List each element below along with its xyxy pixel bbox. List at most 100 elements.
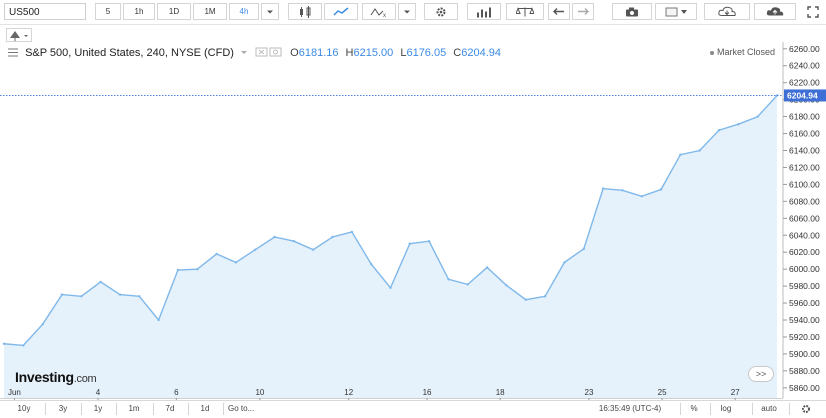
x-tick-label: 27: [731, 388, 740, 397]
y-tick-label: 6260.00: [789, 44, 820, 54]
area-style-button[interactable]: [324, 3, 358, 20]
indicators-button[interactable]: x: [362, 3, 396, 20]
status-dot-icon: [709, 50, 714, 55]
x-tick-label: Jun: [8, 388, 21, 397]
divider: [680, 403, 681, 415]
fullscreen-icon: [807, 5, 819, 18]
scroll-to-end-button[interactable]: >>: [748, 366, 774, 382]
undo-button[interactable]: [548, 3, 570, 20]
data-point: [22, 344, 25, 347]
data-point: [485, 266, 489, 269]
data-point: [717, 129, 721, 132]
interval-1m-button[interactable]: 1M: [193, 3, 227, 20]
interval-4h-button[interactable]: 4h: [229, 3, 259, 20]
interval-1h-button[interactable]: 1h: [123, 3, 155, 20]
bar-chart-icon: [477, 7, 491, 17]
data-point: [640, 195, 643, 198]
fullscreen-button[interactable]: [802, 3, 824, 20]
series-line: [3, 95, 778, 347]
chevron-down-icon: [267, 10, 273, 13]
x-tick-label: 25: [658, 388, 667, 397]
cloud-load-button[interactable]: [704, 3, 750, 20]
data-point: [756, 115, 759, 118]
log-scale-button[interactable]: log: [715, 403, 737, 415]
interval-dropdown-button[interactable]: [261, 3, 279, 20]
percent-scale-button[interactable]: %: [684, 403, 704, 415]
cloud-download-icon: [718, 6, 736, 16]
open-label: O: [290, 47, 299, 59]
logo-suffix: .com: [73, 373, 97, 385]
scales-icon: [516, 6, 534, 16]
range-3y-button[interactable]: 3y: [50, 403, 76, 415]
data-point: [659, 188, 663, 191]
screenshot-button[interactable]: [612, 3, 652, 20]
chevron-down-icon[interactable]: [240, 50, 248, 56]
data-point: [176, 268, 180, 272]
series-settings-icons[interactable]: [255, 47, 283, 57]
interval-1d-button[interactable]: 1D: [157, 3, 191, 20]
gear-icon: [802, 405, 810, 413]
data-point: [80, 295, 83, 298]
y-tick-label: 6100.00: [789, 179, 820, 189]
divider: [81, 403, 82, 415]
y-tick-label: 6240.00: [789, 61, 820, 71]
data-point: [312, 248, 315, 251]
color-swatch-icon: [665, 7, 687, 16]
last-price-tag: [784, 89, 826, 102]
y-tick-label: 6160.00: [789, 129, 820, 139]
data-point: [41, 323, 44, 326]
x-tick-label: 23: [585, 388, 594, 397]
interval-5-button[interactable]: 5: [95, 3, 121, 20]
data-point: [427, 240, 431, 243]
divider: [752, 403, 753, 415]
drawing-tools-button[interactable]: [6, 28, 32, 42]
y-tick-label: 6000.00: [789, 264, 820, 274]
candles-style-button[interactable]: [288, 3, 322, 20]
go-to-button[interactable]: Go to...: [228, 403, 278, 415]
data-point: [737, 123, 740, 126]
auto-scale-button[interactable]: auto: [756, 403, 782, 415]
range-1y-button[interactable]: 1y: [85, 403, 111, 415]
high-value: 6215.00: [353, 47, 394, 59]
cloud-save-button[interactable]: [754, 3, 796, 20]
volume-button[interactable]: [467, 3, 501, 20]
settings-button[interactable]: [424, 3, 458, 20]
x-tick-label: 18: [496, 388, 505, 397]
range-10y-button[interactable]: 10y: [10, 403, 38, 415]
divider: [116, 403, 117, 415]
y-tick-label: 6040.00: [789, 230, 820, 240]
last-price-label: 6204.94: [787, 90, 818, 100]
symbol-input[interactable]: US500: [4, 3, 86, 20]
high-label: H: [345, 47, 354, 59]
series-area-fill: [4, 95, 777, 398]
data-point: [331, 235, 334, 239]
data-point: [408, 242, 411, 245]
compare-button[interactable]: [506, 3, 544, 20]
y-tick-label: 6020.00: [789, 247, 820, 257]
chart-settings-button[interactable]: [796, 403, 816, 415]
indicators-dropdown-button[interactable]: [398, 3, 416, 20]
low-value: 6176.05: [406, 47, 447, 59]
data-point: [350, 230, 354, 234]
data-point: [775, 94, 779, 97]
redo-button[interactable]: [572, 3, 594, 20]
x-tick-label: 10: [255, 388, 264, 397]
collapse-legend-icon[interactable]: [8, 48, 18, 57]
tree-icon: [10, 31, 28, 41]
price-chart[interactable]: 5860.00 5880.00 5900.00 5920.00 5940.00 5960.…: [0, 0, 826, 416]
range-1d-button[interactable]: 1d: [192, 403, 218, 415]
market-status-text: Market Closed: [716, 47, 775, 57]
candlestick-icon: [300, 5, 311, 18]
data-point: [254, 248, 257, 251]
chart-legend: S&P 500, United States, 240, NYSE (CFD) …: [8, 47, 501, 61]
range-7d-button[interactable]: 7d: [157, 403, 183, 415]
range-1m-button[interactable]: 1m: [120, 403, 148, 415]
undo-icon: [553, 7, 564, 15]
y-tick-label: 6140.00: [789, 145, 820, 155]
data-point: [524, 298, 527, 301]
data-point: [118, 293, 122, 296]
data-point: [215, 252, 218, 256]
clock-timezone[interactable]: 16:35:49 (UTC-4): [585, 403, 675, 415]
fill-color-button[interactable]: [655, 3, 697, 20]
y-tick-label: 5880.00: [789, 366, 820, 376]
